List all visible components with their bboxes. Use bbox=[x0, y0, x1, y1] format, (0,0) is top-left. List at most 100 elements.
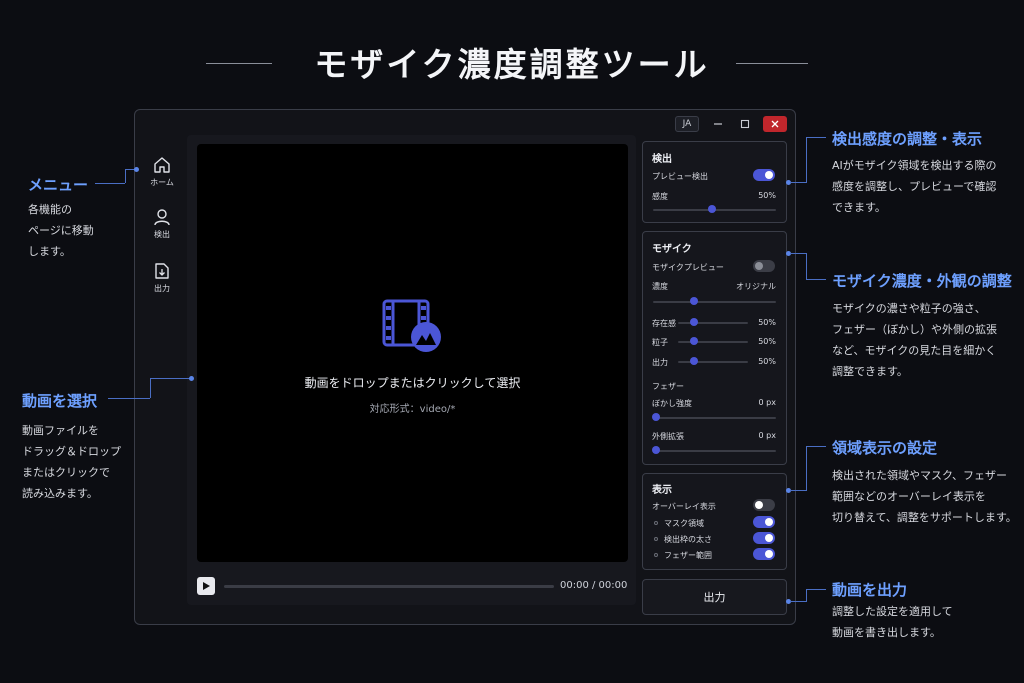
supported-formats: 対応形式：video/* bbox=[369, 404, 456, 415]
page-title: モザイク濃度調整ツール bbox=[314, 45, 710, 84]
callout-mosaic-title: モザイク濃度・外観の調整 bbox=[832, 272, 1012, 290]
callout-select-line bbox=[108, 398, 150, 399]
callout-export-line bbox=[806, 589, 807, 602]
feather-range-label: フェザー範囲 bbox=[664, 551, 712, 560]
language-button[interactable]: JA bbox=[675, 116, 699, 132]
grain-thumb[interactable] bbox=[690, 337, 698, 345]
mask-toggle[interactable] bbox=[753, 516, 775, 528]
callout-region-title: 領域表示の設定 bbox=[832, 439, 938, 457]
display-heading: 表示 bbox=[652, 485, 672, 496]
callout-detect-title: 検出感度の調整・表示 bbox=[832, 130, 983, 148]
mask-label: マスク領域 bbox=[664, 519, 704, 528]
density-thumb[interactable] bbox=[690, 297, 698, 305]
export-icon bbox=[155, 263, 169, 279]
expand-thumb[interactable] bbox=[652, 446, 660, 454]
output-label: 出力 bbox=[652, 358, 668, 367]
callout-export-title: 動画を出力 bbox=[832, 581, 908, 599]
presence-value: 50% bbox=[758, 318, 776, 327]
callout-detect-desc: AIがモザイク領域を検出する際の 感度を調整し、プレビューで確認 できます。 bbox=[832, 159, 997, 214]
overlay-label: オーバーレイ表示 bbox=[652, 502, 716, 511]
callout-mosaic-line bbox=[790, 253, 806, 254]
frame-toggle[interactable] bbox=[753, 532, 775, 544]
callout-detect-line bbox=[790, 182, 806, 183]
callout-mosaic-line bbox=[806, 253, 807, 280]
callout-export-line bbox=[806, 589, 826, 590]
callout-select-line bbox=[150, 378, 190, 379]
callout-region-line bbox=[806, 446, 807, 491]
callout-select-line bbox=[150, 378, 151, 398]
drop-instruction: 動画をドロップまたはクリックして選択 bbox=[304, 376, 521, 390]
minimize-icon[interactable] bbox=[710, 116, 726, 132]
time-display: 00:00 / 00:00 bbox=[560, 580, 628, 591]
mosaic-preview-label: モザイクプレビュー bbox=[652, 263, 724, 272]
density-label: 濃度 bbox=[652, 282, 668, 291]
expand-slider[interactable] bbox=[653, 450, 776, 452]
sidebar-item-label: 出力 bbox=[154, 284, 170, 293]
sidebar-item-export[interactable]: 出力 bbox=[142, 261, 182, 294]
video-file-icon bbox=[382, 297, 444, 359]
sensitivity-thumb[interactable] bbox=[708, 205, 716, 213]
preview-detect-label: プレビュー検出 bbox=[652, 172, 708, 181]
output-slider[interactable] bbox=[678, 361, 748, 363]
callout-export-desc: 調整した設定を適用して 動画を書き出します。 bbox=[832, 605, 953, 639]
frame-label: 検出枠の太さ bbox=[664, 535, 712, 544]
overlay-toggle[interactable] bbox=[753, 499, 775, 511]
callout-select-dot bbox=[189, 376, 194, 381]
preview-detect-toggle[interactable] bbox=[753, 169, 775, 181]
callout-menu-dot bbox=[134, 167, 139, 172]
mosaic-preview-toggle[interactable] bbox=[753, 260, 775, 272]
feather-heading: フェザー bbox=[652, 382, 684, 391]
expand-label: 外側拡張 bbox=[652, 432, 684, 441]
sidebar-item-label: ホーム bbox=[150, 178, 174, 187]
person-icon bbox=[154, 209, 170, 226]
detection-heading: 検出 bbox=[652, 154, 672, 165]
sidebar-item-label: 検出 bbox=[154, 230, 170, 239]
tree-dot bbox=[654, 521, 658, 525]
callout-menu-line bbox=[95, 183, 125, 184]
density-slider[interactable] bbox=[653, 301, 776, 303]
maximize-icon[interactable] bbox=[737, 116, 753, 132]
title-line-right bbox=[736, 63, 808, 64]
callout-mosaic-line bbox=[806, 279, 826, 280]
callout-select-desc: 動画ファイルを ドラッグ＆ドロップ またはクリックで 読み込みます。 bbox=[22, 424, 121, 500]
grain-slider[interactable] bbox=[678, 341, 748, 343]
feather-range-toggle[interactable] bbox=[753, 548, 775, 560]
output-thumb[interactable] bbox=[690, 357, 698, 365]
callout-menu-line bbox=[125, 169, 126, 183]
export-button[interactable]: 出力 bbox=[642, 579, 787, 615]
density-value: オリジナル bbox=[736, 282, 776, 291]
callout-region-desc: 検出された領域やマスク、フェザー 範囲などのオーバーレイ表示を 切り替えて、調整… bbox=[832, 469, 1017, 524]
play-button[interactable] bbox=[197, 577, 215, 595]
blur-slider[interactable] bbox=[653, 417, 776, 419]
close-icon[interactable] bbox=[763, 116, 787, 132]
presence-thumb[interactable] bbox=[690, 318, 698, 326]
callout-region-line bbox=[806, 446, 826, 447]
presence-slider[interactable] bbox=[678, 322, 748, 324]
tree-dot bbox=[654, 553, 658, 557]
callout-detect-line bbox=[806, 137, 826, 138]
blur-value: 0 px bbox=[758, 398, 776, 407]
callout-region-line bbox=[790, 490, 806, 491]
sidebar-item-detect[interactable]: 検出 bbox=[142, 207, 182, 240]
mosaic-heading: モザイク bbox=[652, 244, 692, 255]
blur-thumb[interactable] bbox=[652, 413, 660, 421]
sidebar-item-home[interactable]: ホーム bbox=[142, 155, 182, 188]
play-icon bbox=[203, 582, 210, 590]
tree-dot bbox=[654, 537, 658, 541]
sensitivity-label: 感度 bbox=[652, 192, 668, 201]
grain-value: 50% bbox=[758, 337, 776, 346]
callout-select-title: 動画を選択 bbox=[22, 392, 98, 410]
grain-label: 粒子 bbox=[652, 338, 668, 347]
expand-value: 0 px bbox=[758, 431, 776, 440]
callout-export-line bbox=[790, 601, 806, 602]
callout-menu-desc: 各機能の ページに移動 します。 bbox=[28, 203, 94, 258]
blur-label: ぼかし強度 bbox=[652, 399, 692, 408]
callout-menu-title: メニュー bbox=[28, 176, 89, 194]
seek-bar[interactable] bbox=[224, 585, 554, 588]
callout-mosaic-desc: モザイクの濃さや粒子の強さ、 フェザー（ぼかし）や外側の拡張 など、モザイクの見… bbox=[832, 302, 997, 378]
sensitivity-value: 50% bbox=[758, 191, 776, 200]
home-icon bbox=[154, 157, 170, 173]
presence-label: 存在感 bbox=[652, 319, 676, 328]
output-value: 50% bbox=[758, 357, 776, 366]
callout-detect-line bbox=[806, 137, 807, 183]
